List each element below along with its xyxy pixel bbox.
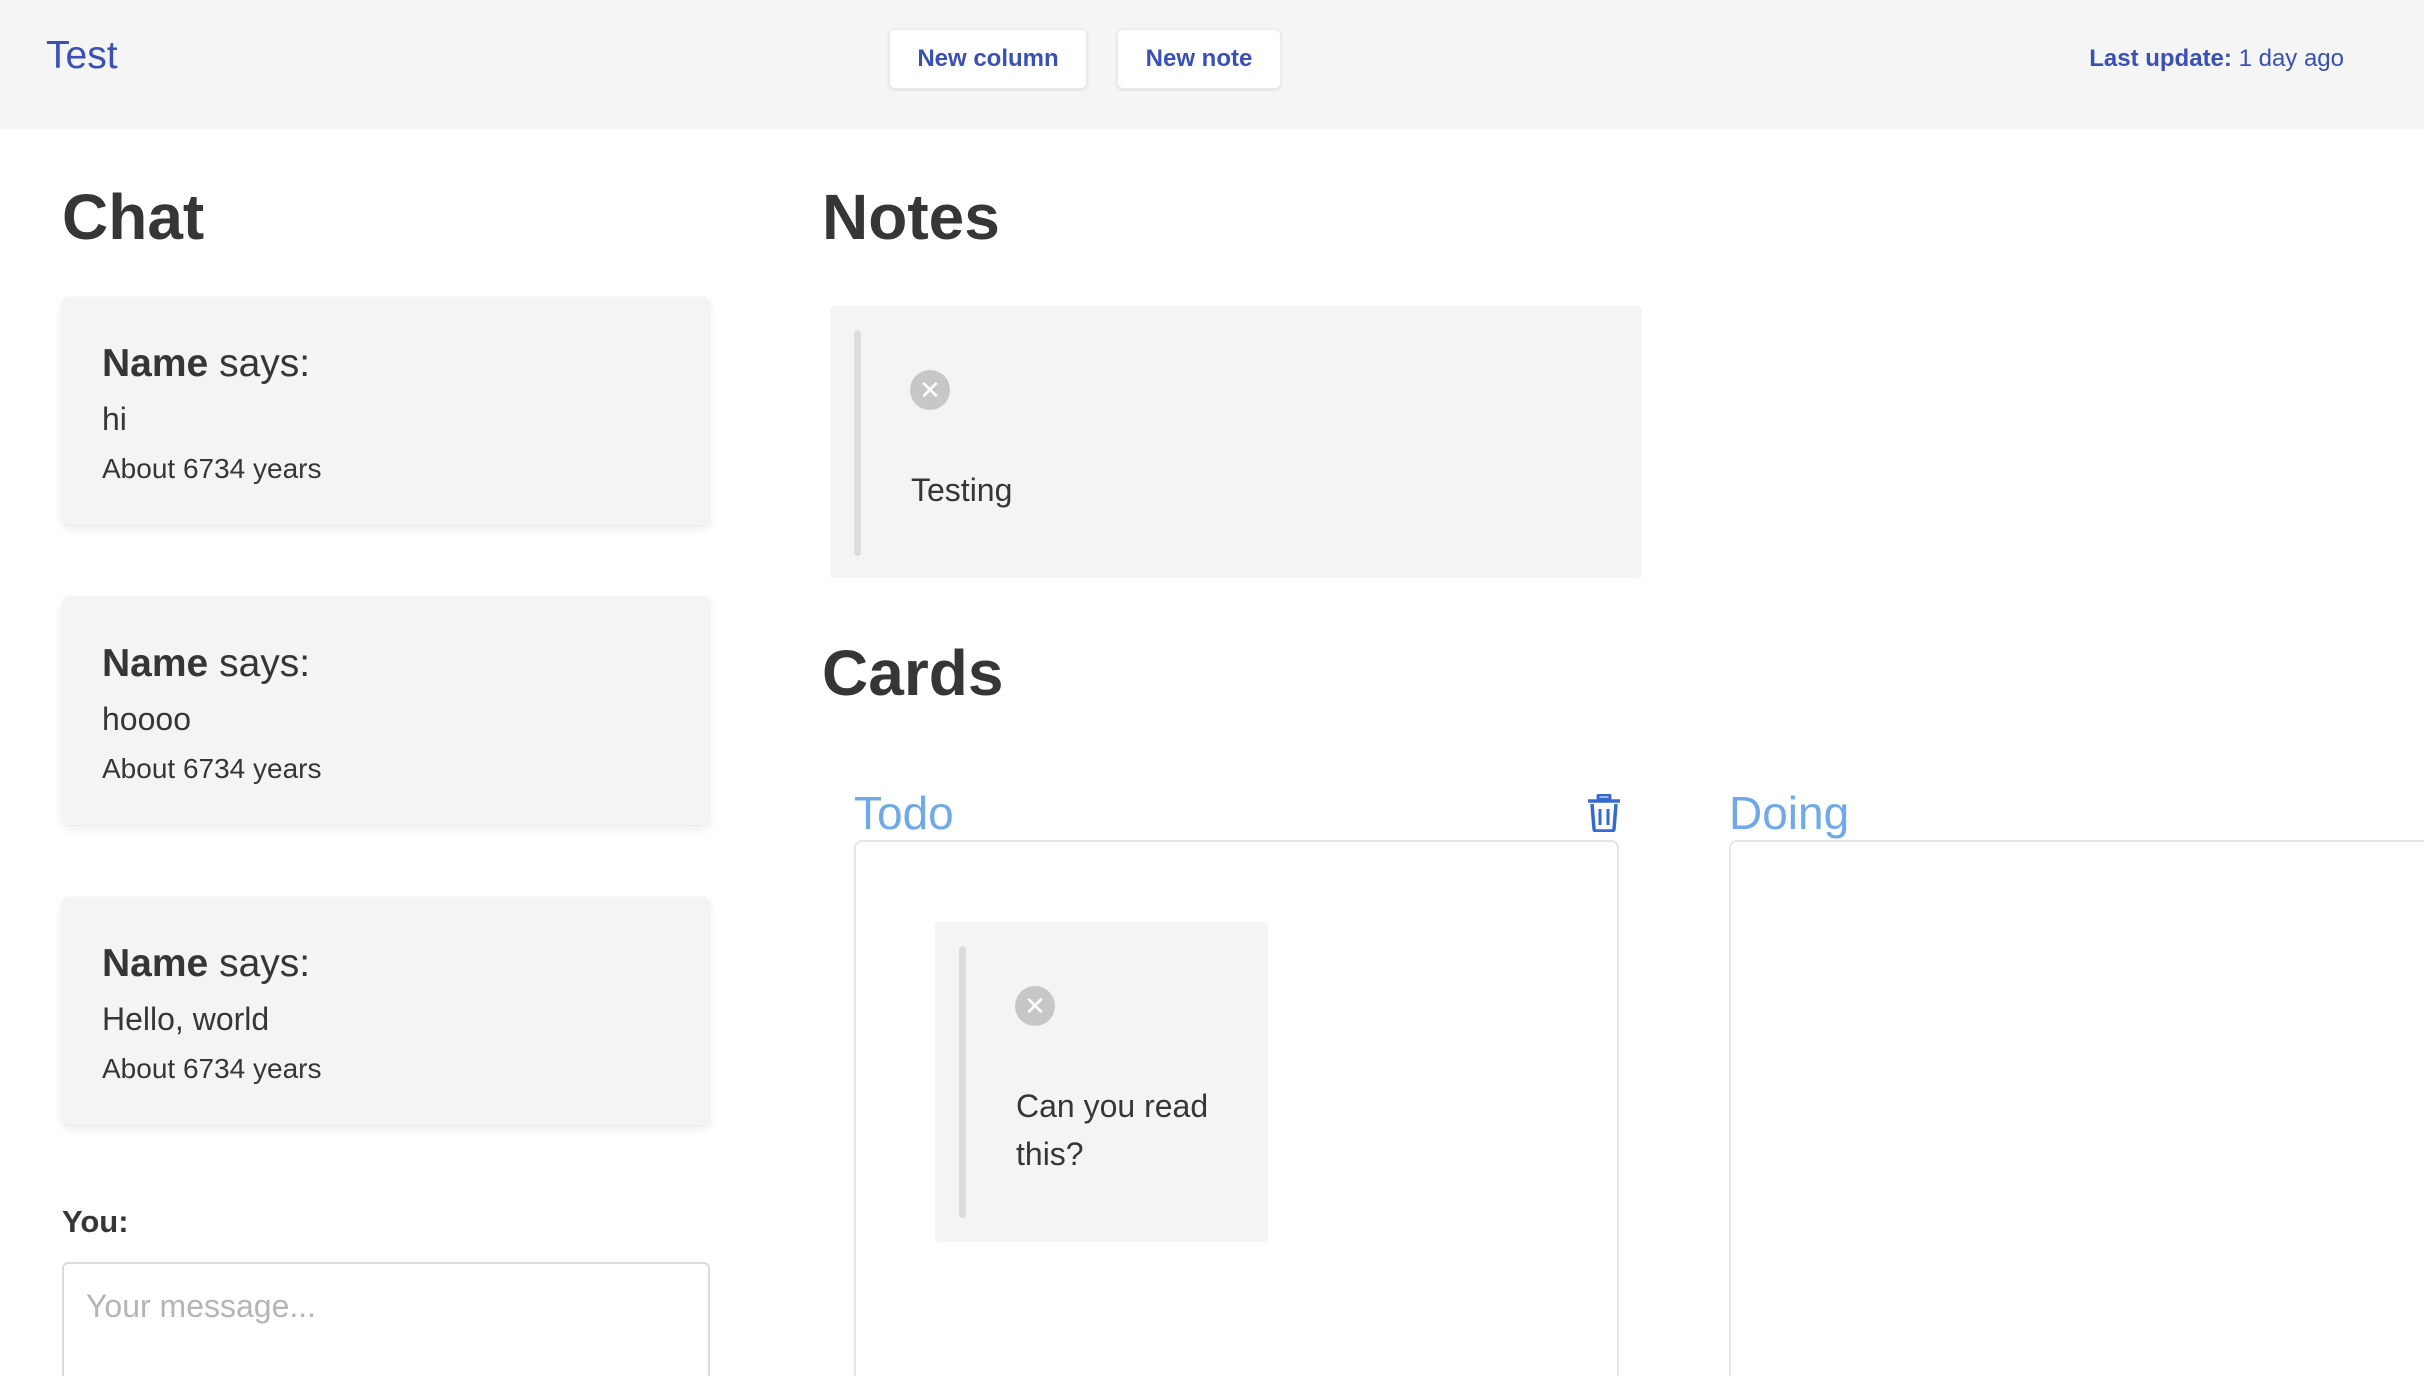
note[interactable]: ✕ Testing [830, 306, 1642, 578]
brand-title[interactable]: Test [46, 34, 118, 78]
chat-message: Name says: hi About 6734 years [62, 297, 710, 525]
message-author: Name [102, 642, 209, 685]
note-drag-bar[interactable] [854, 330, 861, 556]
message-text: hi [102, 400, 127, 437]
notes-title: Notes [822, 181, 1000, 253]
close-icon[interactable]: ✕ [1015, 986, 1055, 1026]
message-time: About 6734 years [102, 1053, 322, 1085]
column-title-todo[interactable]: Todo [854, 786, 954, 840]
message-time: About 6734 years [102, 753, 322, 785]
note-text[interactable]: Testing [911, 472, 1012, 509]
message-input[interactable] [62, 1262, 710, 1376]
new-note-button[interactable]: New note [1117, 29, 1281, 89]
message-time: About 6734 years [102, 453, 322, 485]
trash-icon[interactable] [1588, 794, 1620, 832]
last-update: Last update: 1 day ago [2089, 45, 2344, 73]
new-column-button[interactable]: New column [889, 29, 1087, 89]
card-drag-bar[interactable] [959, 946, 966, 1218]
column-doing[interactable] [1729, 840, 2424, 1376]
message-author: Name [102, 942, 209, 985]
top-bar: Test New column New note Last update: 1 … [0, 0, 2424, 129]
chat-message: Name says: hoooo About 6734 years [62, 597, 710, 825]
message-text: hoooo [102, 700, 191, 737]
message-author: Name [102, 342, 209, 385]
last-update-value: 1 day ago [2238, 45, 2344, 72]
column-title-doing[interactable]: Doing [1729, 786, 1849, 840]
chat-title: Chat [62, 181, 205, 253]
close-icon[interactable]: ✕ [910, 370, 950, 410]
chat-message: Name says: Hello, world About 6734 years [62, 897, 710, 1125]
you-label: You: [62, 1204, 129, 1239]
card[interactable]: ✕ Can you read this? [935, 922, 1268, 1242]
cards-title: Cards [822, 637, 1004, 709]
card-text[interactable]: Can you read this? [1016, 1082, 1216, 1178]
message-text: Hello, world [102, 1000, 270, 1037]
last-update-label: Last update: [2089, 45, 2232, 72]
message-says: says: [219, 942, 311, 985]
message-says: says: [219, 642, 311, 685]
message-says: says: [219, 342, 311, 385]
